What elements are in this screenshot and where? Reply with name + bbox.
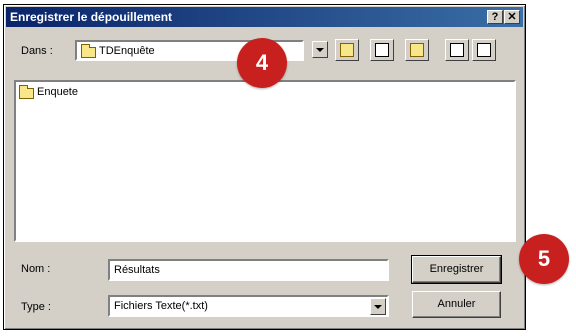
filetype-label: Type : [21,301,51,313]
filetype-value: Fichiers Texte(*.txt) [114,300,208,312]
details-view-button[interactable] [472,39,496,61]
cancel-button[interactable]: Annuler [412,291,501,318]
new-folder-icon [410,43,424,57]
filename-input[interactable]: Résultats [108,259,389,281]
list-item-label: Enquete [37,86,78,98]
close-icon: ✕ [507,11,517,23]
filetype-dropdown-button[interactable] [370,298,386,315]
folder-icon [81,44,96,58]
location-dropdown-button[interactable] [312,41,328,58]
help-icon: ? [491,11,499,23]
list-view-button[interactable] [445,39,469,61]
desktop-icon [375,43,389,57]
folder-icon [19,85,34,99]
filetype-select[interactable]: Fichiers Texte(*.txt) [108,295,389,317]
up-folder-icon [340,43,354,57]
filename-label: Nom : [21,263,51,275]
help-button[interactable]: ? [487,10,503,24]
title-bar: Enregistrer le dépouillement ? ✕ [6,7,523,27]
dialog-title: Enregistrer le dépouillement [10,10,173,24]
desktop-button[interactable] [370,39,394,61]
close-button[interactable]: ✕ [504,10,520,24]
location-label: Dans : [21,45,53,57]
file-list[interactable]: Enquete [14,80,516,242]
save-button[interactable]: Enregistrer [411,255,502,284]
step-badge-4: 4 [237,38,287,88]
details-view-icon [477,43,491,57]
step-badge-5: 5 [519,234,569,284]
location-value: TDEnquête [99,45,155,57]
up-folder-button[interactable] [335,39,359,61]
list-view-icon [450,43,464,57]
new-folder-button[interactable] [405,39,429,61]
